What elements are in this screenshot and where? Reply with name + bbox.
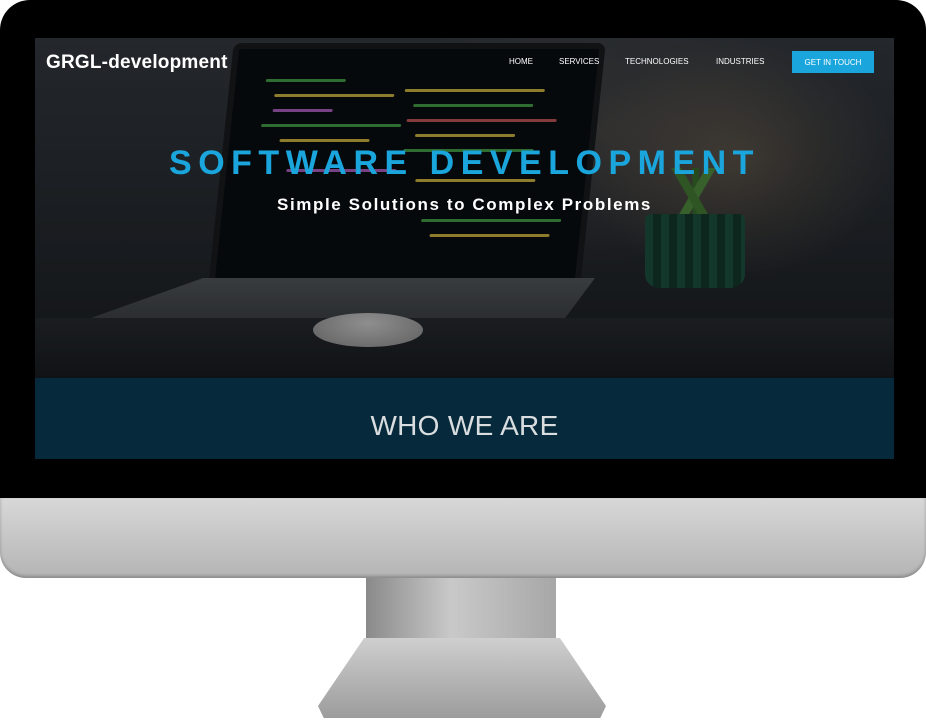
monitor-screen: GRGL-development HOME SERVICES TECHNOLOG…: [35, 38, 894, 459]
monitor-stand-base: [318, 638, 606, 718]
monitor-chin: [0, 498, 926, 578]
nav-link-home[interactable]: HOME: [509, 57, 533, 66]
brand-logo-link[interactable]: GRGL-development: [46, 52, 228, 74]
monitor-stand-neck: [366, 578, 556, 638]
nav-link-services[interactable]: SERVICES: [559, 57, 599, 66]
nav-link-industries[interactable]: INDUSTRIES: [716, 57, 764, 66]
nav-link-technologies[interactable]: TECHNOLOGIES: [625, 57, 689, 66]
who-we-are-section: WHO WE ARE: [35, 378, 894, 459]
hero-section: GRGL-development HOME SERVICES TECHNOLOG…: [35, 38, 894, 378]
hero-subheadline: Simple Solutions to Complex Problems: [277, 195, 652, 214]
hero-headline: SOFTWARE DEVELOPMENT: [169, 144, 760, 182]
get-in-touch-button[interactable]: GET IN TOUCH: [792, 51, 874, 73]
section-title: WHO WE ARE: [370, 410, 559, 441]
